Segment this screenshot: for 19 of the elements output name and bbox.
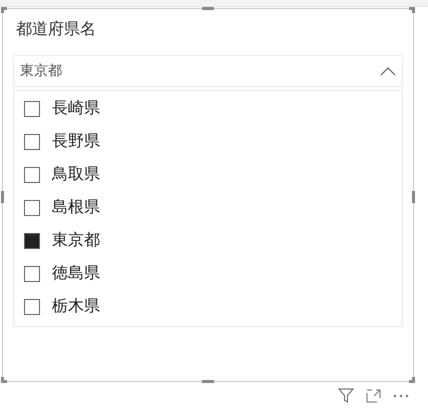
option-label[interactable]: 東京都 bbox=[52, 230, 100, 251]
option-label[interactable]: 島根県 bbox=[52, 197, 100, 218]
option-label[interactable]: 鳥取県 bbox=[52, 164, 100, 185]
dropdown[interactable]: 東京都 bbox=[13, 55, 403, 87]
slicer-title: 都道府県名 bbox=[16, 18, 97, 40]
option-label[interactable]: 徳島県 bbox=[52, 263, 100, 284]
checkbox[interactable] bbox=[24, 298, 40, 314]
checkbox[interactable] bbox=[24, 100, 40, 116]
checkbox[interactable] bbox=[24, 166, 40, 182]
filter-icon[interactable] bbox=[338, 388, 354, 403]
more-icon[interactable] bbox=[393, 394, 409, 398]
option-label[interactable]: 長崎県 bbox=[52, 98, 100, 119]
option-label[interactable]: 栃木県 bbox=[52, 296, 100, 317]
expand-icon[interactable] bbox=[366, 388, 381, 402]
checkbox[interactable] bbox=[24, 232, 40, 248]
checkbox[interactable] bbox=[24, 266, 40, 282]
option-label[interactable]: 長野県 bbox=[52, 131, 100, 152]
checkbox[interactable] bbox=[24, 200, 40, 216]
checkbox[interactable] bbox=[24, 134, 40, 150]
